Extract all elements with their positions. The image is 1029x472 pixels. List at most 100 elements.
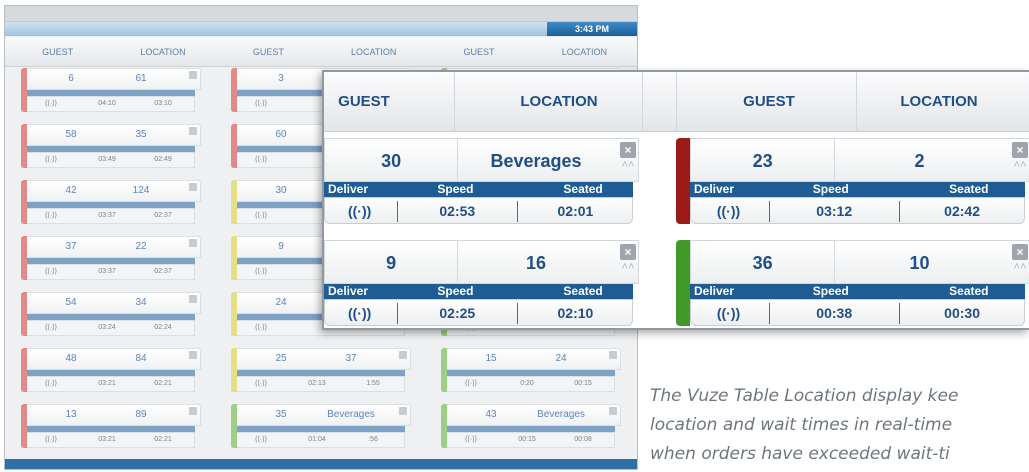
order-card-header: 35 Beverages <box>231 404 411 426</box>
close-icon[interactable] <box>189 183 197 191</box>
order-card[interactable]: 58 35 ((·)) 03:49 02:49 <box>21 124 201 172</box>
close-icon[interactable] <box>189 295 197 303</box>
order-card-times: ((·)) 03:12 02:42 <box>690 197 1025 224</box>
order-card[interactable]: 25 37 ((·)) 02:13 1:55 <box>231 348 411 396</box>
close-icon[interactable] <box>609 351 617 359</box>
wifi-icon: ((·)) <box>255 436 267 443</box>
close-icon[interactable] <box>189 407 197 415</box>
app-footer <box>5 459 637 469</box>
caption-line: The Vuze Table Location display kee <box>650 386 959 406</box>
order-card-times: ((·)) 01:04:56 <box>231 432 405 448</box>
wifi-icon: ((·)) <box>255 100 267 107</box>
close-icon[interactable] <box>189 351 197 359</box>
speed-time: 03:37 <box>98 212 116 219</box>
guest-number: 48 <box>65 353 77 364</box>
status-strip <box>21 404 27 448</box>
status-strip <box>231 180 237 224</box>
order-card-times: ((·)) 03:21 02:21 <box>21 376 195 392</box>
wifi-icon: ((·)) <box>255 380 267 387</box>
header-location[interactable]: LOCATION <box>110 37 215 66</box>
close-icon[interactable] <box>399 407 407 415</box>
close-icon[interactable] <box>609 407 617 415</box>
seated-time: 02:49 <box>154 156 172 163</box>
seated-time: 02:21 <box>154 380 172 387</box>
header-guest[interactable]: GUEST <box>324 72 404 132</box>
close-icon[interactable]: × <box>620 142 636 158</box>
order-card-times: ((·)) 02:13 1:55 <box>231 376 405 392</box>
order-card-header: 43 Beverages <box>441 404 621 426</box>
header-location[interactable]: LOCATION <box>321 37 426 66</box>
wifi-icon: ((·)) <box>45 212 57 219</box>
chevron-up-icon[interactable]: ˄˄ <box>1012 262 1028 279</box>
close-icon[interactable] <box>189 127 197 135</box>
wifi-icon: ((·)) <box>255 156 267 163</box>
wifi-icon: ((·)) <box>465 380 477 387</box>
order-card[interactable]: 42 124 ((·)) 03:37 02:37 <box>21 180 201 228</box>
order-card[interactable]: 48 84 ((·)) 03:21 02:21 <box>21 348 201 396</box>
speed-label: Speed <box>812 284 849 298</box>
location-value: 89 <box>135 409 147 420</box>
close-icon[interactable] <box>399 351 407 359</box>
guest-number: 9 <box>386 253 397 273</box>
speed-label: Speed <box>812 182 849 196</box>
location-value: 35 <box>135 129 147 140</box>
order-card[interactable]: 43 Beverages ((·)) 00:15 00:08 <box>441 404 621 452</box>
order-card[interactable]: 15 24 ((·)) 0:20 00:15 <box>441 348 621 396</box>
order-card[interactable]: 37 22 ((·)) 03:37 02:37 <box>21 236 201 284</box>
order-card-band: Deliver Speed Seated <box>324 284 633 299</box>
status-strip <box>441 348 447 392</box>
order-card-header: 48 84 <box>21 348 201 370</box>
seated-time: 02:21 <box>154 436 172 443</box>
order-card[interactable]: 54 34 ((·)) 03:24 02:24 <box>21 292 201 340</box>
speed-time: 03:21 <box>98 436 116 443</box>
header-guest[interactable]: GUEST <box>684 72 854 132</box>
header-location[interactable]: LOCATION <box>464 72 654 132</box>
seated-label: Seated <box>563 284 603 298</box>
order-card-times: ((·)) 00:15 00:08 <box>441 432 615 448</box>
header-location[interactable]: LOCATION <box>532 37 637 66</box>
guest-number: 37 <box>65 241 77 252</box>
order-card-header: 6 61 <box>21 68 201 90</box>
close-icon[interactable] <box>189 71 197 79</box>
chevron-up-icon[interactable]: ˄˄ <box>620 160 636 177</box>
location-value: 84 <box>135 353 147 364</box>
close-icon[interactable]: × <box>620 244 636 260</box>
app-clock-bar <box>5 22 637 36</box>
seated-time: 02:24 <box>154 324 172 331</box>
location-value: 2 <box>914 151 925 171</box>
close-icon[interactable] <box>189 239 197 247</box>
deliver-label: Deliver <box>328 182 369 196</box>
header-guest[interactable]: GUEST <box>5 37 110 66</box>
order-card[interactable]: 23 2 × ˄˄ Deliver Speed Seated ((·)) 03:12 02:42 <box>676 138 1029 224</box>
guest-number: 36 <box>752 253 773 273</box>
order-card[interactable]: 30 Beverages × ˄˄ Deliver Speed Seated ((·)) 02:… <box>324 138 639 224</box>
wifi-icon: ((·)) <box>45 436 57 443</box>
guest-number: 9 <box>278 241 284 252</box>
header-guest[interactable]: GUEST <box>426 37 531 66</box>
header-location[interactable]: LOCATION <box>864 72 1014 132</box>
chevron-up-icon[interactable]: ˄˄ <box>1012 160 1028 177</box>
order-card-times: ((·)) 00:38 00:30 <box>690 299 1025 326</box>
order-card[interactable]: 35 Beverages ((·)) 01:04:56 <box>231 404 411 452</box>
chevron-up-icon[interactable]: ˄˄ <box>620 262 636 279</box>
speed-time: 00:15 <box>518 436 536 443</box>
speed-time: 01:04 <box>308 436 326 443</box>
close-icon[interactable]: × <box>1012 142 1028 158</box>
wifi-icon: ((·)) <box>255 268 267 275</box>
wifi-icon: ((·)) <box>465 436 477 443</box>
speed-time: 02:13 <box>308 380 326 387</box>
status-strip <box>21 124 27 168</box>
seated-label: Seated <box>949 182 989 196</box>
order-card[interactable]: 36 10 × ˄˄ Deliver Speed Seated ((·)) 00:38 00:30 <box>676 240 1029 326</box>
app-column-header: GUEST LOCATION GUEST LOCATION GUEST LOCA… <box>5 37 637 67</box>
order-card[interactable]: 13 89 ((·)) 03:21 02:21 <box>21 404 201 452</box>
order-card[interactable]: 9 16 × ˄˄ Deliver Speed Seated ((·)) 02:25 02:10 <box>324 240 639 326</box>
speed-label: Speed <box>437 284 474 298</box>
location-value: 22 <box>135 241 147 252</box>
order-card[interactable]: 6 61 ((·)) 04:10 03:10 <box>21 68 201 116</box>
header-guest[interactable]: GUEST <box>216 37 321 66</box>
seated-time: 02:37 <box>154 268 172 275</box>
wifi-icon: ((·)) <box>716 305 741 321</box>
status-strip <box>441 404 447 448</box>
close-icon[interactable]: × <box>1012 244 1028 260</box>
